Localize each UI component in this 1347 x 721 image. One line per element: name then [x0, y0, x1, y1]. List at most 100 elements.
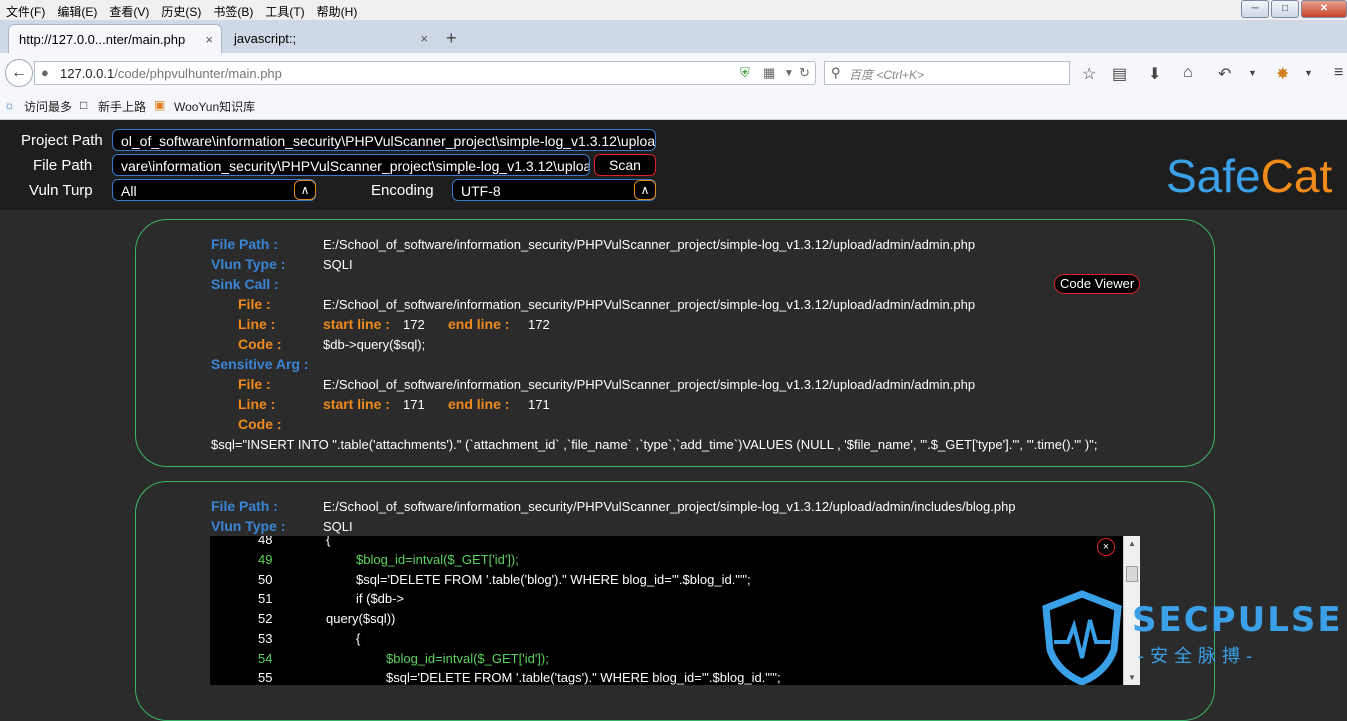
code-line: if ($db-> [356, 591, 405, 606]
menu-help[interactable]: 帮助(H) [311, 0, 364, 20]
code-line: $sql='DELETE FROM '.table('tags')." WHER… [386, 670, 781, 685]
code-line: $blog_id=intval($_GET['id']); [356, 552, 519, 567]
browser-tabbar: http://127.0.0...nter/main.php × javascr… [0, 20, 1347, 53]
line-number: 55 [258, 670, 273, 685]
menu-bookmarks[interactable]: 书签(B) [207, 0, 259, 20]
vuln-type-chevron-icon[interactable]: ∧ [294, 180, 316, 200]
url-bar[interactable]: ● 127.0.0.1/code/phpvulhunter/main.php ⛨… [34, 61, 816, 85]
maximize-icon[interactable]: □ [1271, 0, 1299, 18]
line-number: 48 [258, 536, 273, 547]
scrollbar-thumb[interactable] [1126, 566, 1138, 582]
home-icon[interactable]: ⌂ [1183, 64, 1193, 82]
file-path-label: File Path [33, 157, 93, 174]
globe-icon: ● [41, 65, 49, 80]
file-path-key: File Path : [211, 498, 278, 514]
hamburger-menu-icon[interactable]: ≡ [1334, 64, 1343, 82]
bookmark-getting-started[interactable]: 新手上路 [98, 98, 146, 115]
vlun-type-value: SQLI [323, 257, 353, 272]
vlun-type-value: SQLI [323, 519, 353, 534]
tab-label: http://127.0.0...nter/main.php [19, 32, 186, 47]
new-tab-icon[interactable]: + [446, 28, 457, 49]
most-visited-icon: ☼ [4, 98, 15, 112]
vuln-type-label: Vuln Turp [29, 182, 93, 199]
end-line-value: 172 [528, 317, 550, 332]
encoding-chevron-icon[interactable]: ∧ [634, 180, 656, 200]
sink-file-key: File : [238, 296, 271, 312]
sink-call-key: Sink Call : [211, 276, 279, 292]
file-path-key: File Path : [211, 236, 278, 252]
arg-file-value: E:/School_of_software/information_securi… [323, 377, 976, 392]
bookmark-list-icon[interactable]: ▤ [1112, 64, 1127, 84]
sink-line-key: Line : [238, 316, 276, 332]
dropdown-arrow-icon[interactable]: ▼ [784, 68, 794, 79]
result-card: File Path : E:/School_of_software/inform… [135, 219, 1215, 467]
back-arrow-icon[interactable]: ← [5, 59, 33, 87]
app-header: Project Path ol_of_software\information_… [0, 120, 1347, 210]
sink-file-value: E:/School_of_software/information_securi… [323, 297, 976, 312]
reload-icon[interactable]: ↻ [799, 65, 810, 81]
shield-logo-icon [1042, 590, 1122, 686]
vuln-type-select[interactable]: All [112, 179, 316, 201]
extension-icon[interactable]: ✸ [1276, 64, 1289, 84]
rss-icon: ▣ [154, 98, 166, 112]
watermark-subtitle: -安全脉搏- [1138, 646, 1258, 666]
line-number: 53 [258, 631, 273, 646]
encoding-label: Encoding [371, 182, 434, 199]
page-icon: □ [80, 98, 88, 112]
bookmark-most-visited[interactable]: 访问最多 [24, 98, 72, 115]
window-controls: ─ □ ✕ [1239, 0, 1347, 18]
vlun-type-key: Vlun Type : [211, 256, 286, 272]
scan-button[interactable]: Scan [594, 154, 656, 176]
code-line: { [356, 631, 361, 646]
minimize-icon[interactable]: ─ [1241, 0, 1269, 18]
tab-label: javascript:; [234, 31, 297, 46]
tab-javascript[interactable]: javascript:; × [224, 24, 436, 53]
download-icon[interactable]: ⬇ [1148, 64, 1161, 84]
line-number: 52 [258, 611, 273, 626]
undo-icon[interactable]: ↶ [1218, 64, 1231, 84]
scroll-up-icon[interactable]: ▲ [1128, 539, 1136, 548]
tab-main-php[interactable]: http://127.0.0...nter/main.php × [8, 24, 222, 53]
file-path-value: E:/School_of_software/information_securi… [323, 237, 976, 252]
code-viewer-button[interactable]: Code Viewer [1054, 274, 1141, 294]
file-path-input[interactable]: vare\information_security\PHPVulScanner_… [112, 154, 590, 176]
browser-navbar: ← ● 127.0.0.1/code/phpvulhunter/main.php… [0, 53, 1347, 94]
sink-code-key: Code : [238, 336, 282, 352]
search-icon: ⚲ [831, 65, 841, 80]
code-line: { [326, 536, 331, 547]
start-line-value: 171 [403, 397, 425, 412]
encoding-select[interactable]: UTF-8 [452, 179, 656, 201]
menu-view[interactable]: 查看(V) [103, 0, 155, 20]
secpulse-watermark: SECPULSE -安全脉搏- [1040, 590, 1347, 686]
close-window-icon[interactable]: ✕ [1301, 0, 1347, 18]
menu-tools[interactable]: 工具(T) [259, 0, 310, 20]
sink-code-value: $db->query($sql); [323, 337, 426, 352]
menu-edit[interactable]: 编辑(E) [51, 0, 103, 20]
code-viewer-panel[interactable]: 48 { 49 $blog_id=intval($_GET['id']); 50… [210, 536, 1140, 685]
bookmark-wooyun[interactable]: WooYun知识库 [174, 98, 255, 115]
qrcode-icon[interactable]: ▦ [763, 65, 775, 81]
undo-menu-icon[interactable]: ▼ [1248, 68, 1257, 78]
start-line-key: start line : [323, 316, 390, 332]
menu-history[interactable]: 历史(S) [155, 0, 207, 20]
bookmarks-bar: ☼ 访问最多 □ 新手上路 ▣ WooYun知识库 [0, 93, 1347, 120]
code-line: $blog_id=intval($_GET['id']); [386, 651, 549, 666]
shield-icon[interactable]: ⛨ [740, 65, 750, 81]
arg-code-value: $sql="INSERT INTO ".table('attachments')… [211, 437, 1098, 452]
line-number: 54 [258, 651, 273, 666]
close-icon[interactable]: × [1097, 538, 1115, 556]
tab-close-icon[interactable]: × [420, 24, 428, 53]
menu-file[interactable]: 文件(F) [0, 0, 51, 20]
arg-code-key: Code : [238, 416, 282, 432]
tab-close-icon[interactable]: × [205, 25, 213, 54]
line-number: 51 [258, 591, 273, 606]
end-line-key: end line : [448, 316, 510, 332]
url-text: 127.0.0.1/code/phpvulhunter/main.php [60, 66, 282, 81]
project-path-label: Project Path [21, 132, 103, 149]
start-line-key: start line : [323, 396, 390, 412]
extension-menu-icon[interactable]: ▼ [1304, 68, 1313, 78]
search-box[interactable]: ⚲ 百度 <Ctrl+K> [824, 61, 1070, 85]
star-icon[interactable]: ☆ [1082, 64, 1096, 84]
project-path-input[interactable]: ol_of_software\information_security\PHPV… [112, 129, 656, 151]
code-line: $sql='DELETE FROM '.table('blog')." WHER… [356, 572, 751, 587]
